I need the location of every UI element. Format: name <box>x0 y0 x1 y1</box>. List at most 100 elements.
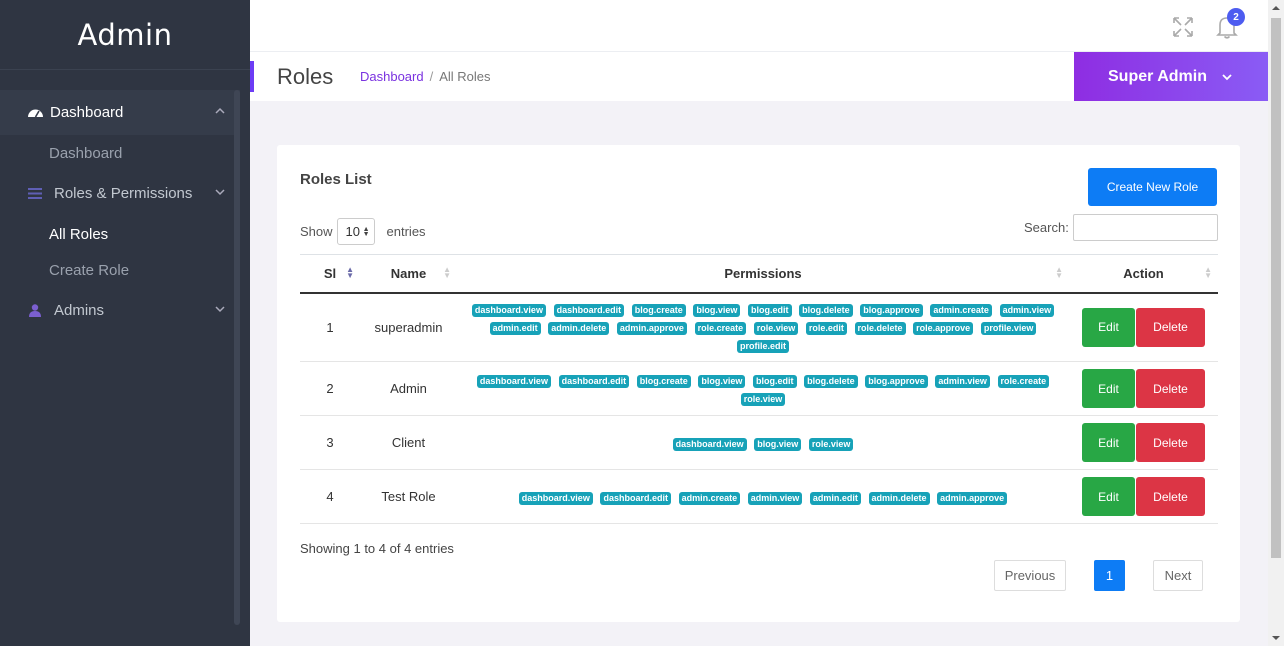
pagination: Previous 1 Next <box>994 560 1203 591</box>
column-header-permissions[interactable]: Permissions ▲ ▼ <box>457 255 1069 293</box>
cell-sl: 2 <box>300 361 360 416</box>
cell-permissions: dashboard.view dashboard.edit blog.creat… <box>457 361 1069 416</box>
cell-role-name: Client <box>360 415 457 470</box>
cell-actions: Edit Delete <box>1069 469 1218 524</box>
scroll-down-icon[interactable] <box>1272 634 1280 642</box>
sort-asc-icon: ▲ ▼ <box>346 265 354 280</box>
edit-button[interactable]: Edit <box>1082 423 1135 462</box>
select-arrows-icon: ▲ ▼ <box>362 226 370 238</box>
cell-permissions: dashboard.view dashboard.edit blog.creat… <box>457 292 1069 362</box>
edit-button[interactable]: Edit <box>1082 477 1135 516</box>
dashboard-gauge-icon <box>26 106 44 120</box>
sidebar-item-admins[interactable]: Admins <box>0 288 240 333</box>
chevron-down-icon <box>215 189 225 196</box>
delete-button[interactable]: Delete <box>1136 423 1205 462</box>
permission-badge: role.view <box>808 437 854 451</box>
fullscreen-icon[interactable] <box>1172 16 1194 38</box>
column-header-action[interactable]: Action ▲ ▼ <box>1069 255 1218 293</box>
page-1-button[interactable]: 1 <box>1094 560 1125 591</box>
permission-badge: blog.edit <box>753 374 797 388</box>
notification-badge: 2 <box>1227 8 1245 26</box>
table-row: 3 Client dashboard.view blog.view role.vie… <box>300 415 1218 470</box>
permission-badge: admin.delete <box>868 491 930 505</box>
permission-badge: admin.delete <box>548 322 610 336</box>
permission-badge: role.approve <box>913 322 974 336</box>
edit-button[interactable]: Edit <box>1082 369 1135 408</box>
page-scrollbar[interactable] <box>1268 0 1284 646</box>
chevron-down-icon <box>215 306 225 313</box>
permission-badge: admin.approve <box>937 491 1008 505</box>
delete-button[interactable]: Delete <box>1136 307 1205 347</box>
next-page-button[interactable]: Next <box>1153 560 1203 591</box>
sidebar-subitem-create-role[interactable]: Create Role <box>0 252 240 288</box>
permission-badge: admin.approve <box>616 322 687 336</box>
previous-page-button[interactable]: Previous <box>994 560 1066 591</box>
search-input[interactable] <box>1072 214 1218 241</box>
scroll-up-icon[interactable] <box>1272 4 1280 12</box>
sidebar-item-label: Dashboard <box>50 104 124 121</box>
scrollbar-thumb[interactable] <box>1271 18 1281 558</box>
search-label: Search: <box>1024 220 1069 235</box>
breadcrumb-current: All Roles <box>439 69 491 84</box>
table-header-row: Sl ▲ ▼ Name ▲ ▼ Permissions ▲ ▼ Action ▲ ▼ <box>300 254 1218 293</box>
permission-badge: dashboard.edit <box>553 304 625 318</box>
permission-badge: profile.edit <box>736 340 789 354</box>
permission-badge: role.view <box>753 322 799 336</box>
permission-badge: dashboard.view <box>672 437 747 451</box>
permission-badge: blog.create <box>631 304 686 318</box>
permission-badge: dashboard.view <box>518 491 593 505</box>
entries-select[interactable]: 10 ▲ ▼ <box>336 218 375 245</box>
roles-card: Roles List Create New Role Show 10 ▲ ▼ en… <box>277 145 1240 622</box>
sort-icon: ▲ ▼ <box>443 265 451 280</box>
sidebar-item-roles-permissions[interactable]: Roles & Permissions <box>0 171 240 216</box>
permission-badge: blog.create <box>636 374 691 388</box>
delete-button[interactable]: Delete <box>1136 477 1205 516</box>
permission-badge: admin.edit <box>489 322 541 336</box>
sort-icon: ▲ ▼ <box>1055 265 1063 280</box>
sidebar-item-label: Admins <box>54 302 105 319</box>
permission-badge: role.delete <box>854 322 906 336</box>
user-menu-button[interactable]: Super Admin <box>1074 52 1268 101</box>
permission-badge: blog.approve <box>860 304 923 318</box>
breadcrumb: Dashboard / All Roles <box>360 69 491 84</box>
show-label: Show <box>300 224 333 239</box>
cell-sl: 1 <box>300 292 360 362</box>
sidebar: Admin Dashboard Dashboard Roles & Permis… <box>0 0 250 646</box>
cell-actions: Edit Delete <box>1069 361 1218 416</box>
breadcrumb-home-link[interactable]: Dashboard <box>360 69 424 84</box>
chevron-up-icon <box>215 107 225 114</box>
table-row: 1 superadmin dashboard.view dashboard.edit… <box>300 292 1218 362</box>
user-icon <box>26 304 44 318</box>
entries-label: entries <box>386 224 426 239</box>
edit-button[interactable]: Edit <box>1082 307 1135 347</box>
sidebar-subitem-dashboard[interactable]: Dashboard <box>0 135 240 171</box>
column-header-name[interactable]: Name ▲ ▼ <box>360 255 457 293</box>
sidebar-scrollbar[interactable] <box>234 90 240 625</box>
cell-permissions: dashboard.view dashboard.edit admin.crea… <box>457 469 1069 524</box>
user-name: Super Admin <box>1108 67 1207 85</box>
sidebar-menu: Dashboard Dashboard Roles & Permissions … <box>0 90 240 333</box>
page-header: Roles Dashboard / All Roles Super Admin <box>250 52 1268 101</box>
search-control: Search: <box>1024 214 1218 241</box>
create-role-button[interactable]: Create New Role <box>1088 168 1217 206</box>
permission-badge: dashboard.edit <box>600 491 671 505</box>
sidebar-item-dashboard[interactable]: Dashboard <box>0 90 240 135</box>
permission-badge: admin.view <box>935 374 990 388</box>
cell-actions: Edit Delete <box>1069 292 1218 362</box>
breadcrumb-separator: / <box>429 69 434 84</box>
permission-badge: admin.view <box>999 304 1055 318</box>
column-header-sl[interactable]: Sl ▲ ▼ <box>300 255 360 293</box>
top-bar: 2 <box>250 0 1268 52</box>
permission-badge: dashboard.view <box>476 374 551 388</box>
list-icon <box>26 187 44 201</box>
sidebar-item-label: Roles & Permissions <box>54 185 193 202</box>
cell-actions: Edit Delete <box>1069 415 1218 470</box>
brand-logo[interactable]: Admin <box>0 0 250 70</box>
permission-badge: blog.delete <box>799 304 853 318</box>
entries-select-value: 10 <box>345 224 360 239</box>
sidebar-subitem-all-roles[interactable]: All Roles <box>0 216 240 252</box>
page-title: Roles <box>277 64 334 89</box>
permission-badge: blog.approve <box>865 374 928 388</box>
cell-sl: 3 <box>300 415 360 470</box>
delete-button[interactable]: Delete <box>1136 369 1205 408</box>
